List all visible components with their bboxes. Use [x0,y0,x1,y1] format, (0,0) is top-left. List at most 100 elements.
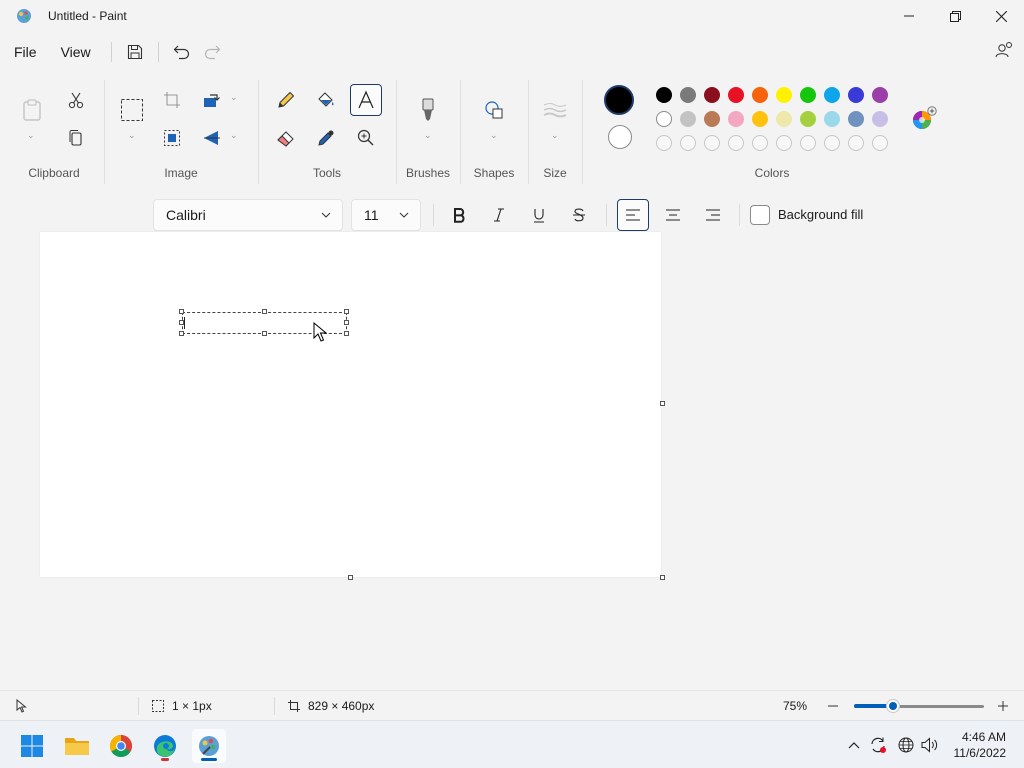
strikethrough-button[interactable] [563,199,595,231]
font-family-select[interactable]: Calibri [153,199,343,231]
bold-button[interactable] [443,199,475,231]
palette-color-swatch[interactable] [824,111,840,127]
font-size-select[interactable]: 11 [351,199,421,231]
start-button[interactable] [15,729,49,763]
secondary-color[interactable] [608,125,632,149]
close-button[interactable] [978,0,1024,32]
palette-color-swatch[interactable] [848,87,864,103]
text-box-handle[interactable] [344,331,349,336]
palette-color-swatch[interactable] [824,87,840,103]
paste-dropdown-icon[interactable]: ⌄ [27,130,35,141]
zoom-in-button[interactable] [994,697,1012,715]
flip-dropdown-icon[interactable]: ⌄ [230,130,238,141]
edit-colors-button[interactable] [910,106,938,137]
custom-color-slot[interactable] [776,135,792,151]
palette-color-swatch[interactable] [704,111,720,127]
select-dropdown-icon[interactable]: ⌄ [128,130,136,141]
background-fill-checkbox[interactable] [750,205,770,225]
crop-button[interactable] [156,84,188,116]
rotate-button[interactable] [196,84,228,116]
brushes-button[interactable] [412,94,444,126]
palette-color-swatch[interactable] [656,87,672,103]
volume-button[interactable] [920,735,940,755]
primary-color[interactable] [604,85,634,115]
custom-color-slot[interactable] [800,135,816,151]
palette-color-swatch[interactable] [872,111,888,127]
size-dropdown-icon[interactable]: ⌄ [551,130,559,141]
palette-color-swatch[interactable] [728,111,744,127]
palette-color-swatch[interactable] [656,111,672,127]
flip-button[interactable] [196,122,228,154]
shapes-dropdown-icon[interactable]: ⌄ [490,130,498,141]
sync-status-button[interactable] [868,735,888,755]
select-button[interactable] [116,94,148,126]
view-menu[interactable]: View [49,36,103,68]
underline-button[interactable] [523,199,555,231]
palette-color-swatch[interactable] [680,87,696,103]
canvas-resize-handle-corner[interactable] [660,575,665,580]
custom-color-slot[interactable] [872,135,888,151]
minimize-button[interactable] [886,0,932,32]
custom-color-slot[interactable] [848,135,864,151]
palette-color-swatch[interactable] [800,111,816,127]
zoom-slider-thumb[interactable] [887,700,899,712]
rotate-dropdown-icon[interactable]: ⌄ [230,92,238,103]
palette-color-swatch[interactable] [752,111,768,127]
palette-color-swatch[interactable] [680,111,696,127]
custom-color-slot[interactable] [656,135,672,151]
file-menu[interactable]: File [2,36,49,68]
palette-color-swatch[interactable] [704,87,720,103]
show-hidden-icons-button[interactable] [844,735,864,755]
palette-color-swatch[interactable] [800,87,816,103]
network-button[interactable] [896,735,916,755]
text-box-handle[interactable] [179,331,184,336]
palette-color-swatch[interactable] [848,111,864,127]
paint-taskbar-button[interactable] [192,729,226,763]
eraser-tool[interactable] [270,122,302,154]
text-box-handle[interactable] [262,309,267,314]
resize-button[interactable] [156,122,188,154]
text-box-handle[interactable] [179,309,184,314]
copy-button[interactable] [60,122,92,154]
custom-color-slot[interactable] [824,135,840,151]
text-box-handle[interactable] [262,331,267,336]
shapes-button[interactable] [478,94,510,126]
color-picker-tool[interactable] [310,122,342,154]
text-tool[interactable] [350,84,382,116]
redo-button[interactable] [197,37,227,67]
palette-color-swatch[interactable] [728,87,744,103]
align-left-button[interactable] [617,199,649,231]
custom-color-slot[interactable] [752,135,768,151]
chrome-button[interactable] [104,729,138,763]
custom-color-slot[interactable] [728,135,744,151]
text-box-handle[interactable] [344,309,349,314]
palette-color-swatch[interactable] [752,87,768,103]
size-button[interactable] [539,94,571,126]
drawing-canvas[interactable] [40,232,661,577]
pencil-tool[interactable] [270,84,302,116]
palette-color-swatch[interactable] [776,111,792,127]
save-button[interactable] [120,37,150,67]
zoom-out-button[interactable] [824,697,842,715]
magnifier-tool[interactable] [350,122,382,154]
edge-button[interactable] [148,729,182,763]
taskbar-clock[interactable]: 4:46 AM 11/6/2022 [954,729,1007,761]
text-box-handle[interactable] [344,320,349,325]
undo-button[interactable] [167,37,197,67]
canvas-resize-handle-right[interactable] [660,401,665,406]
custom-color-slot[interactable] [680,135,696,151]
brushes-dropdown-icon[interactable]: ⌄ [424,130,432,141]
palette-color-swatch[interactable] [776,87,792,103]
share-button[interactable] [994,40,1014,63]
fill-tool[interactable] [310,84,342,116]
palette-color-swatch[interactable] [872,87,888,103]
paste-button[interactable] [16,94,48,126]
italic-button[interactable] [483,199,515,231]
custom-color-slot[interactable] [704,135,720,151]
restore-button[interactable] [932,0,978,32]
file-explorer-button[interactable] [60,729,94,763]
align-center-button[interactable] [657,199,689,231]
canvas-resize-handle-bottom[interactable] [348,575,353,580]
align-right-button[interactable] [697,199,729,231]
cut-button[interactable] [60,84,92,116]
